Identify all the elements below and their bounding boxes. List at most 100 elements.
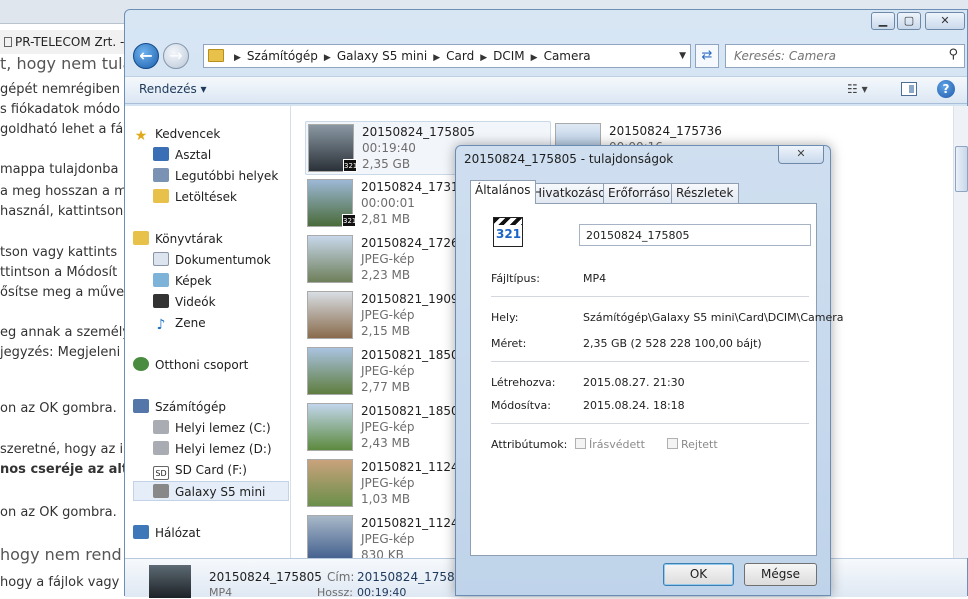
details-file-type: MP4	[209, 586, 233, 599]
video-badge-icon: 321	[342, 214, 356, 227]
nav-label: Könyvtárak	[155, 232, 223, 246]
details-length-value: 00:19:40	[357, 586, 407, 599]
nav-documents[interactable]: Dokumentumok	[153, 250, 287, 270]
forward-arrow-icon[interactable]: →	[163, 43, 189, 69]
hard-disk-icon	[153, 441, 169, 455]
search-icon[interactable]: ⚲	[948, 47, 958, 62]
background-text-line: a meg hosszan a m	[0, 184, 127, 199]
breadcrumb-item[interactable]: Galaxy S5 mini	[337, 49, 427, 63]
minimize-button[interactable]: ▁	[871, 12, 895, 30]
desktop-icon	[153, 147, 169, 161]
file-thumbnail: 321	[308, 124, 357, 172]
nav-music[interactable]: ♪ Zene	[153, 313, 287, 333]
help-icon[interactable]: ?	[937, 80, 955, 98]
refresh-icon[interactable]: ⇄	[695, 44, 719, 68]
breadcrumb-item[interactable]: Számítógép	[247, 49, 318, 63]
created-label: Létrehozva:	[491, 376, 556, 389]
location-value: Számítógép\Galaxy S5 mini\Card\DCIM\Came…	[583, 311, 844, 324]
downloads-folder-icon	[153, 189, 169, 203]
details-file-name: 20150824_175805	[209, 570, 322, 584]
nav-label: Zene	[175, 316, 206, 330]
documents-icon	[153, 252, 169, 266]
breadcrumb-item[interactable]: Camera	[544, 49, 591, 63]
file-name-field[interactable]	[579, 224, 811, 246]
page-icon	[4, 37, 12, 47]
background-text-line: eg annak a személy	[0, 325, 128, 340]
nav-favorites[interactable]: ★ Kedvencek	[133, 124, 287, 144]
background-text-line: tson vagy kattints	[0, 245, 118, 260]
nav-label: Legutóbbi helyek	[175, 169, 279, 183]
file-meta: JPEG-kép	[361, 532, 415, 546]
nav-local-disk-d[interactable]: Helyi lemez (D:)	[153, 439, 287, 459]
browser-tab[interactable]: PR-TELECOM Zrt. - F	[0, 30, 128, 54]
filetype-value: MP4	[583, 272, 607, 285]
file-size: 1,03 MB	[361, 492, 411, 506]
readonly-checkbox[interactable]: Írásvédett	[575, 438, 645, 451]
breadcrumb: ▶ Számítógép ▶ Galaxy S5 mini ▶ Card ▶ DCIM ▶ Cam…	[228, 45, 591, 67]
created-value: 2015.08.27. 21:30	[583, 376, 685, 389]
search-input[interactable]	[726, 45, 936, 67]
chevron-right-icon[interactable]: ▶	[324, 53, 331, 63]
divider	[491, 296, 809, 297]
breadcrumb-item[interactable]: DCIM	[493, 49, 525, 63]
nav-computer[interactable]: Számítógép	[133, 397, 287, 417]
nav-sd-card[interactable]: SD SD Card (F:)	[153, 460, 287, 480]
organize-button[interactable]: Rendezés ▾	[139, 82, 207, 96]
close-button[interactable]: ✕	[925, 12, 965, 30]
nav-network[interactable]: Hálózat	[133, 523, 287, 543]
background-text-line: hogy a fájlok vagy	[0, 575, 120, 590]
nav-downloads[interactable]: Letöltések	[153, 187, 287, 207]
nav-galaxy-s5-mini[interactable]: Galaxy S5 mini	[133, 481, 289, 501]
chevron-down-icon[interactable]: ▼	[679, 45, 686, 67]
file-icon-label: 321	[496, 227, 522, 241]
tab-details[interactable]: Részletek	[671, 183, 739, 203]
background-text-line: szeretné, hogy az il	[0, 442, 127, 457]
background-text-line: használ, kattintson	[0, 204, 124, 219]
file-meta: JPEG-kép	[361, 476, 415, 490]
file-size: 2,23 MB	[361, 268, 411, 282]
scrollbar-thumb[interactable]	[955, 146, 968, 192]
nav-recent-places[interactable]: Legutóbbi helyek	[153, 166, 287, 186]
vertical-scrollbar[interactable]	[953, 106, 968, 558]
command-bar: Rendezés ▾ ☷ ▾ ?	[125, 76, 967, 104]
videos-icon	[153, 294, 169, 308]
chevron-right-icon[interactable]: ▶	[480, 53, 487, 63]
details-title-value[interactable]: 20150824_175805	[357, 570, 470, 584]
nav-label: Galaxy S5 mini	[175, 485, 266, 499]
hidden-checkbox[interactable]: Rejtett	[667, 438, 718, 451]
size-value: 2,35 GB (2 528 228 100,00 bájt)	[583, 337, 762, 350]
file-size: 2,35 GB	[362, 157, 411, 171]
chevron-right-icon[interactable]: ▶	[433, 53, 440, 63]
file-meta: 00:19:40	[362, 141, 416, 155]
nav-pictures[interactable]: Képek	[153, 271, 287, 291]
background-text-line: goldható lehet a fá	[0, 122, 124, 137]
nav-local-disk-c[interactable]: Helyi lemez (C:)	[153, 418, 287, 438]
ok-button[interactable]: OK	[663, 563, 734, 586]
address-bar[interactable]: ▶ Számítógép ▶ Galaxy S5 mini ▶ Card ▶ DCIM ▶ Cam…	[203, 44, 691, 68]
file-thumbnail	[307, 347, 353, 395]
phone-icon	[153, 484, 169, 498]
tab-general[interactable]: Általános	[470, 180, 536, 204]
hidden-label: Rejtett	[681, 438, 718, 451]
preview-pane-icon[interactable]	[901, 82, 917, 96]
dialog-close-icon[interactable]: ✕	[778, 146, 824, 164]
file-size: 2,77 MB	[361, 380, 411, 394]
breadcrumb-item[interactable]: Card	[446, 49, 474, 63]
back-arrow-icon[interactable]: ←	[133, 43, 159, 69]
nav-label: Helyi lemez (D:)	[175, 442, 272, 456]
chevron-right-icon[interactable]: ▶	[234, 53, 241, 63]
readonly-label: Írásvédett	[589, 438, 645, 451]
nav-homegroup[interactable]: Otthoni csoport	[133, 355, 287, 375]
maximize-button[interactable]: ▢	[897, 12, 921, 30]
file-meta: JPEG-kép	[361, 364, 415, 378]
file-thumbnail	[307, 291, 353, 339]
nav-videos[interactable]: Videók	[153, 292, 287, 312]
cancel-button[interactable]: Mégse	[744, 563, 817, 586]
nav-desktop[interactable]: Asztal	[153, 145, 287, 165]
background-text-line: mappa tulajdonba	[0, 162, 119, 177]
change-view-icon[interactable]: ☷ ▾	[847, 82, 868, 96]
filetype-label: Fájltípus:	[491, 272, 540, 285]
nav-libraries[interactable]: Könyvtárak	[133, 229, 287, 249]
chevron-right-icon[interactable]: ▶	[531, 53, 538, 63]
nav-label: Letöltések	[175, 190, 237, 204]
